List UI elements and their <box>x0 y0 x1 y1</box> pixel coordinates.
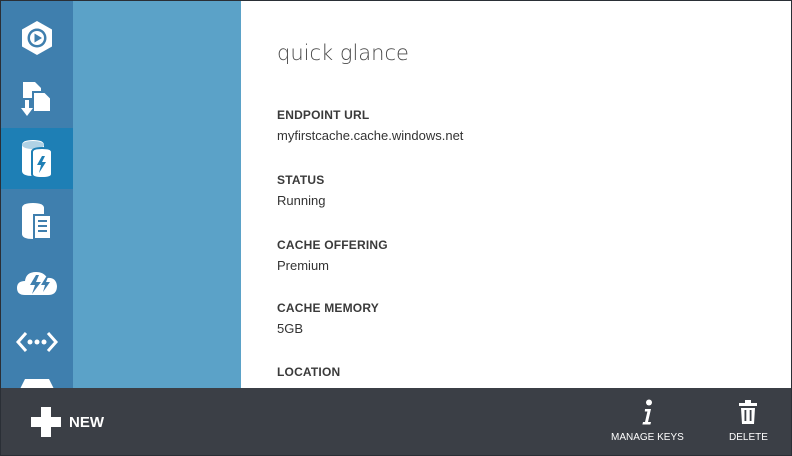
endpoint-url-field: ENDPOINT URL myfirstcache.cache.windows.… <box>277 108 463 143</box>
sidebar-item-media-services[interactable] <box>1 7 73 69</box>
tag-icon <box>17 379 57 388</box>
sidebar-item-import-export[interactable] <box>1 67 73 129</box>
info-icon <box>640 398 654 426</box>
field-label: LOCATION <box>277 365 341 379</box>
field-label: ENDPOINT URL <box>277 108 370 122</box>
cache-icon <box>19 138 55 180</box>
command-bar: NEW MANAGE KEYS DELETE <box>1 388 791 455</box>
sidebar-item-cache[interactable] <box>1 128 73 189</box>
api-management-icon <box>15 327 59 357</box>
page-title: quick glance <box>277 41 409 65</box>
cache-memory-field: CACHE MEMORY 5GB <box>277 301 379 336</box>
media-play-icon <box>18 19 56 57</box>
quick-glance-pane: quick glance ENDPOINT URL myfirstcache.c… <box>241 1 791 388</box>
field-label: STATUS <box>277 173 325 187</box>
field-value: 5GB <box>277 321 304 336</box>
new-button[interactable]: NEW <box>31 406 104 438</box>
sql-database-icon <box>19 201 55 243</box>
import-export-icon <box>19 78 55 118</box>
sidebar-nav <box>1 1 73 388</box>
sidebar-item-cloud-services[interactable] <box>1 251 73 313</box>
status-field: STATUS Running <box>277 173 325 208</box>
cloud-services-icon <box>16 265 58 299</box>
manage-keys-label: MANAGE KEYS <box>611 432 684 443</box>
field-value: Premium <box>277 258 330 273</box>
field-value: Running <box>277 193 326 208</box>
delete-label: DELETE <box>729 432 768 443</box>
manage-keys-button[interactable]: MANAGE KEYS <box>611 398 684 448</box>
portal-window: quick glance ENDPOINT URL myfirstcache.c… <box>0 0 792 456</box>
sidebar-item-partial[interactable] <box>1 363 73 388</box>
item-list-panel <box>73 1 241 388</box>
plus-icon <box>31 407 61 437</box>
cache-offering-field: CACHE OFFERING Premium <box>277 238 388 273</box>
field-label: CACHE OFFERING <box>277 238 388 252</box>
new-button-label: NEW <box>69 413 104 431</box>
trash-icon <box>739 398 758 426</box>
sidebar-item-sql-database[interactable] <box>1 191 73 253</box>
delete-button[interactable]: DELETE <box>729 398 768 448</box>
field-label: CACHE MEMORY <box>277 301 379 315</box>
location-field: LOCATION <box>277 365 340 385</box>
field-value: myfirstcache.cache.windows.net <box>277 128 464 143</box>
